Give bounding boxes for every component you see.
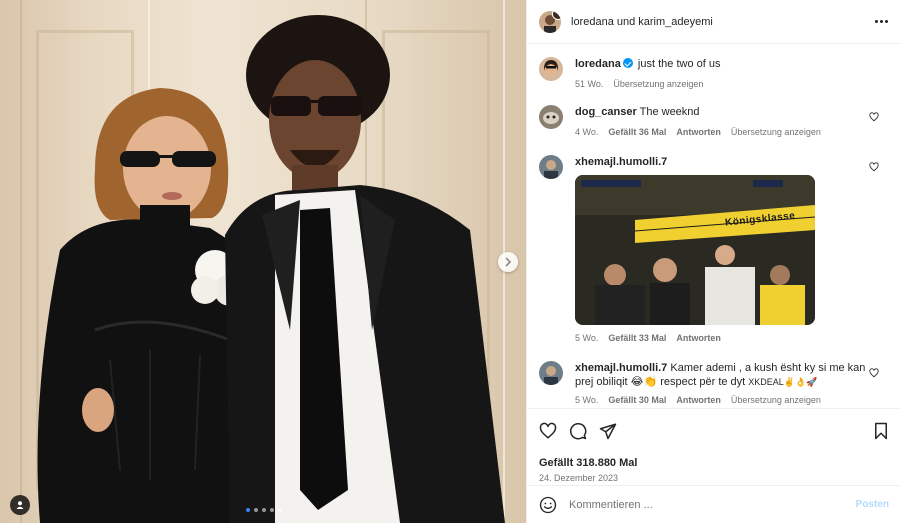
user-tag-icon [16, 501, 24, 509]
author-avatar[interactable] [539, 10, 561, 33]
avatar[interactable] [539, 105, 563, 129]
comment-likes[interactable]: Gefällt 36 Mal [608, 125, 666, 139]
comment-composer: Kommentieren ... Posten [527, 485, 900, 523]
comment-text-suffix: XKDEAL✌️👌🚀 [748, 377, 818, 387]
comment-likes[interactable]: Gefällt 30 Mal [608, 393, 666, 407]
comment-likes[interactable]: Gefällt 33 Mal [608, 331, 666, 345]
comment-username[interactable]: xhemajl.humolli.7 [575, 156, 667, 168]
caption-username[interactable]: loredana [575, 58, 621, 70]
avatar[interactable] [539, 57, 563, 81]
post-caption: loredana just the two of us 51 Wo. Übers… [539, 57, 889, 91]
avatar[interactable] [539, 361, 563, 385]
comment-time[interactable]: 5 Wo. [575, 331, 598, 345]
translate-link[interactable]: Übersetzung anzeigen [731, 393, 821, 407]
share-icon[interactable] [599, 422, 617, 440]
translate-link[interactable]: Übersetzung anzeigen [613, 77, 703, 91]
photo-couple [37, 15, 505, 523]
more-options-icon [875, 20, 878, 23]
verified-badge-icon [622, 58, 633, 68]
action-bar: Gefällt 318.880 Mal 24. Dezember 2023 [527, 408, 900, 483]
carousel-next-button[interactable] [498, 252, 518, 272]
comment-username[interactable]: xhemajl.humolli.7 [575, 362, 667, 374]
comment-input[interactable]: Kommentieren ... [569, 499, 856, 511]
post-side-panel: loredana und karim_adeyemi loredana just… [526, 0, 900, 523]
translate-link[interactable]: Übersetzung anzeigen [731, 125, 821, 139]
carousel-dot [246, 508, 250, 512]
comment-time[interactable]: 5 Wo. [575, 393, 598, 407]
carousel-dot [254, 508, 258, 512]
comments-list[interactable]: loredana just the two of us 51 Wo. Übers… [527, 45, 900, 408]
comment-text: The weeknd [639, 106, 700, 118]
comment-username[interactable]: dog_canser [575, 106, 637, 118]
caption-time[interactable]: 51 Wo. [575, 77, 603, 91]
comment-gif[interactable]: Königsklasse [575, 175, 815, 325]
avatar-image [539, 105, 563, 129]
post-media[interactable] [0, 0, 526, 523]
comment-icon[interactable] [569, 422, 587, 440]
heart-icon[interactable] [539, 422, 557, 440]
post-date: 24. Dezember 2023 [539, 473, 619, 483]
coauthor-avatar [552, 10, 561, 20]
comment-item: dog_canser The weeknd 4 Wo. Gefällt 36 M… [539, 105, 889, 139]
emoji-icon[interactable] [539, 496, 557, 514]
comment-item: xhemajl.humolli.7 Kamer ademi , a kush ë… [539, 361, 889, 407]
post-author[interactable]: loredana und karim_adeyemi [571, 16, 713, 28]
avatar-image [539, 57, 563, 81]
more-options-button[interactable] [875, 20, 888, 23]
reply-button[interactable]: Antworten [676, 393, 721, 407]
more-dot [885, 20, 888, 23]
gif-image [575, 175, 815, 325]
more-dot [880, 20, 883, 23]
post-comment-button[interactable]: Posten [856, 499, 889, 510]
reply-button[interactable]: Antworten [676, 125, 721, 139]
avatar[interactable] [539, 155, 563, 179]
caption-text: just the two of us [637, 58, 721, 70]
user-tags-button[interactable] [10, 495, 30, 515]
carousel-dots [246, 508, 282, 512]
comment-heart-icon[interactable] [869, 162, 879, 172]
comment-heart-icon[interactable] [869, 368, 879, 378]
carousel-dot [270, 508, 274, 512]
avatar-image [539, 155, 563, 179]
comment-time[interactable]: 4 Wo. [575, 125, 598, 139]
reply-button[interactable]: Antworten [676, 331, 721, 345]
bookmark-icon[interactable] [873, 422, 889, 440]
likes-count[interactable]: Gefällt 318.880 Mal [539, 457, 889, 469]
chevron-right-icon [505, 257, 512, 267]
carousel-dot [262, 508, 266, 512]
carousel-dot [278, 508, 282, 512]
post-header: loredana und karim_adeyemi [527, 0, 900, 44]
comment-item: xhemajl.humolli.7 Königsklasse 5 Wo. Gef… [539, 155, 889, 345]
comment-heart-icon[interactable] [869, 112, 879, 122]
avatar-image [539, 361, 563, 385]
